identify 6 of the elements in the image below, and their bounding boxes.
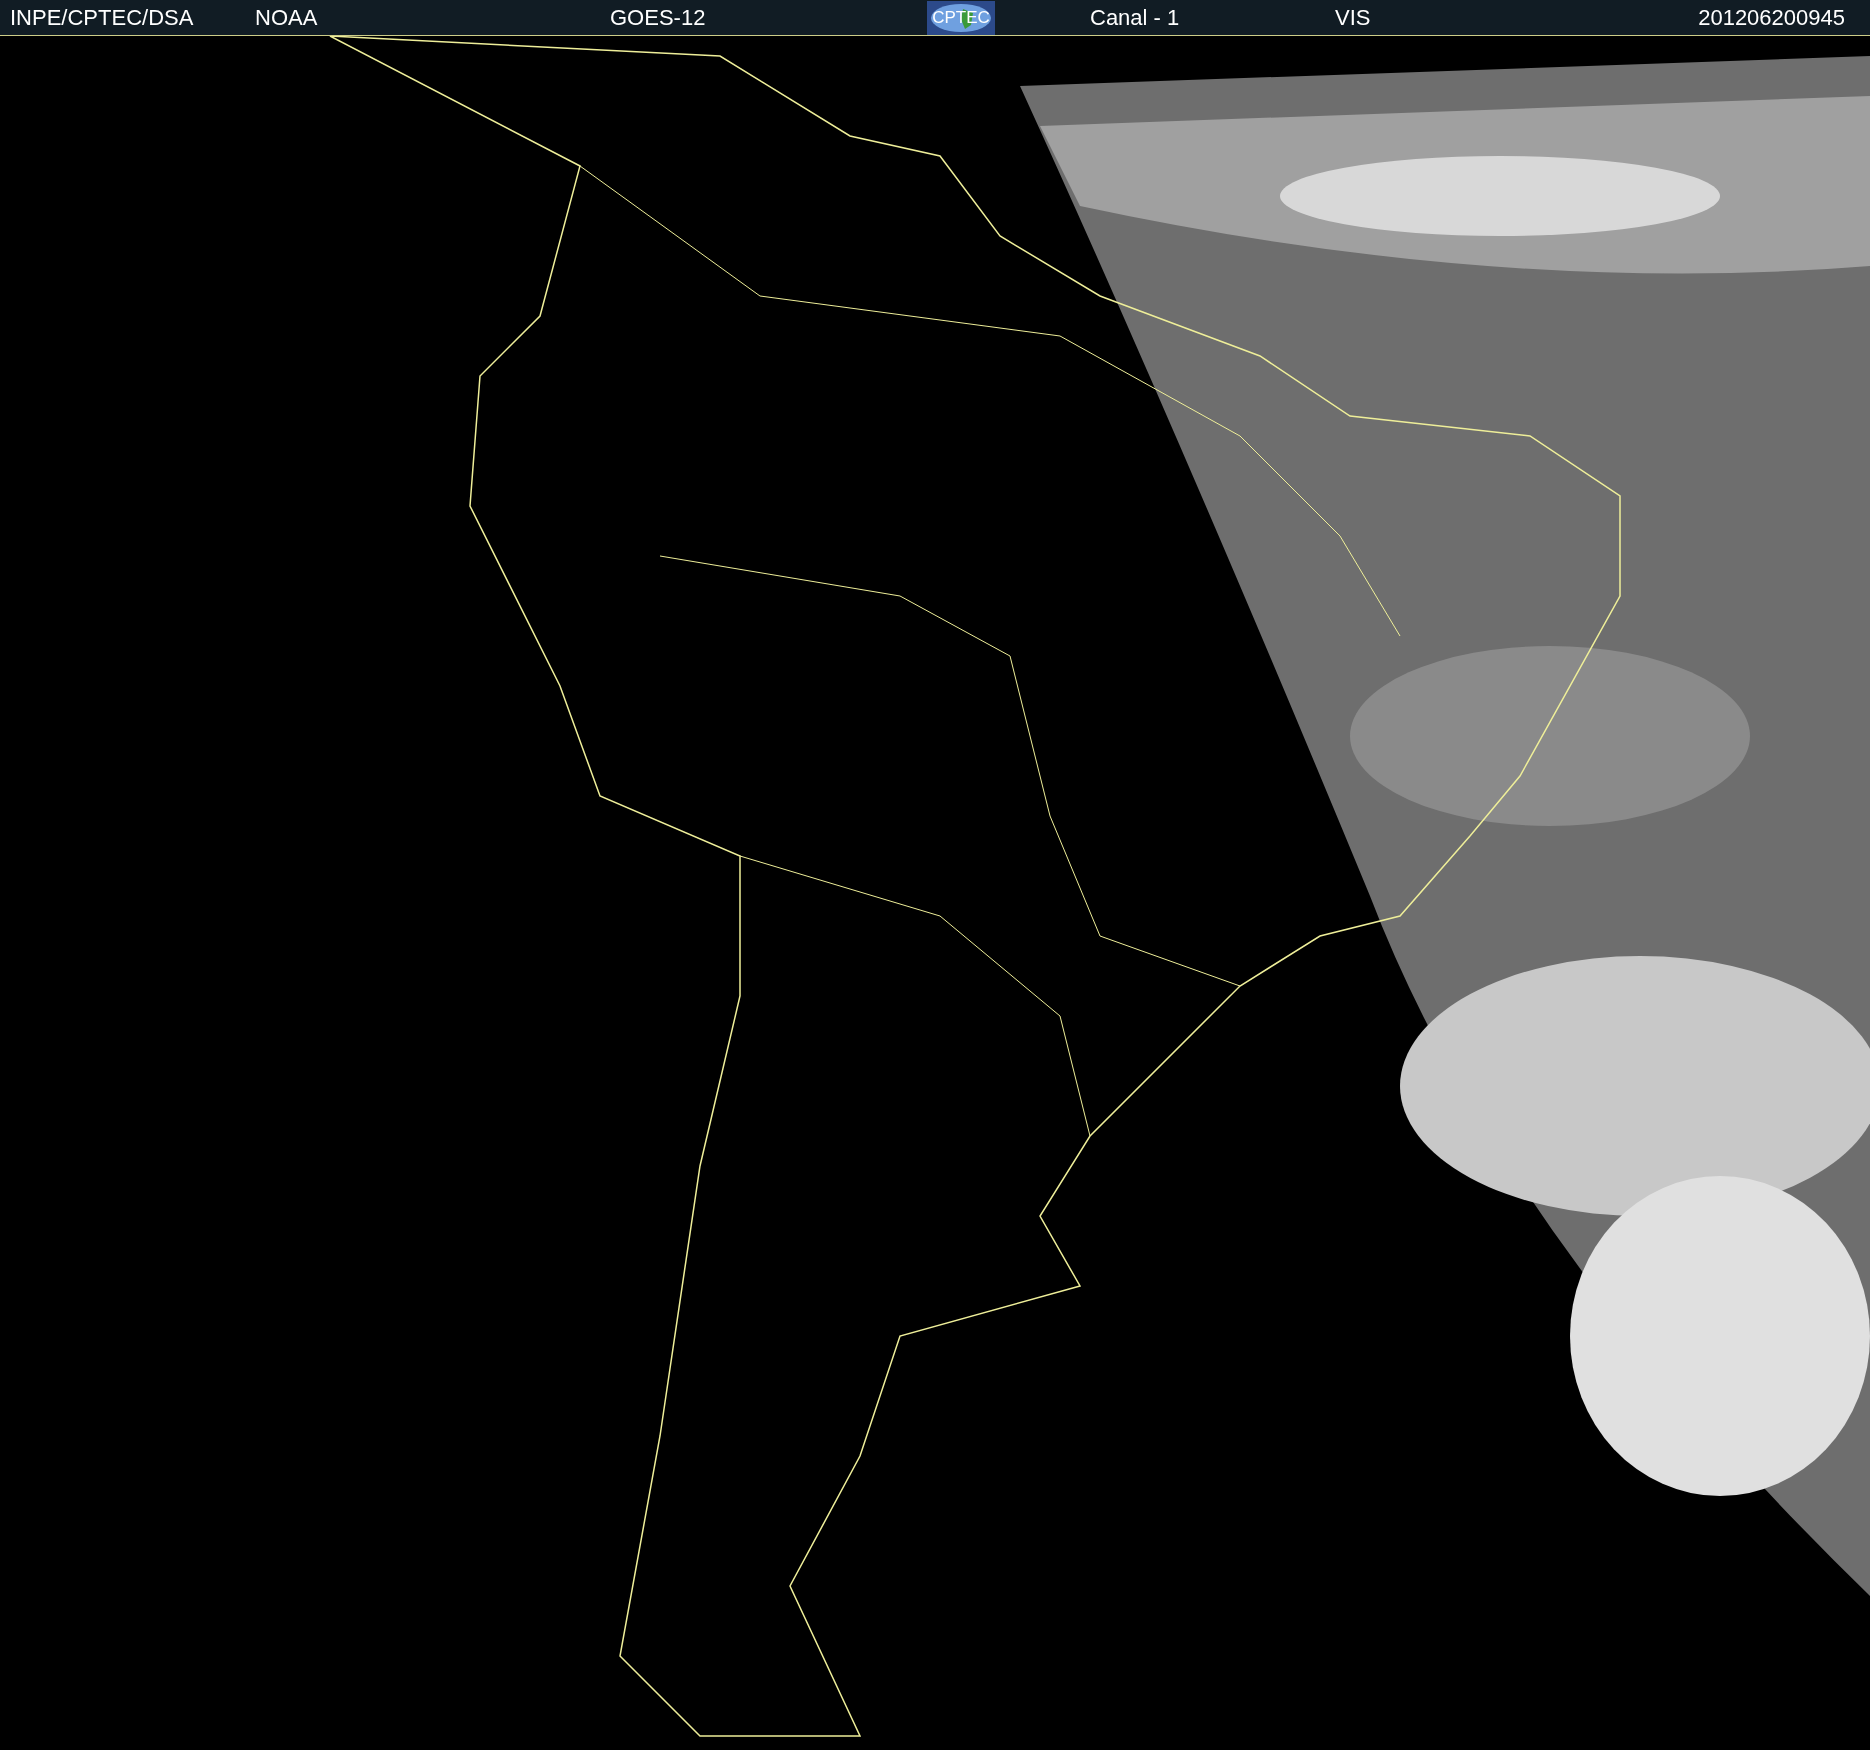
header-label: VIS [1335,5,1371,30]
header-label: Canal - 1 [1090,5,1180,30]
header-label: 201206200945 [1698,5,1845,30]
header-label: NOAA [255,5,318,30]
header-label: INPE/CPTEC/DSA [10,5,194,30]
header-label: GOES-12 [610,5,706,30]
